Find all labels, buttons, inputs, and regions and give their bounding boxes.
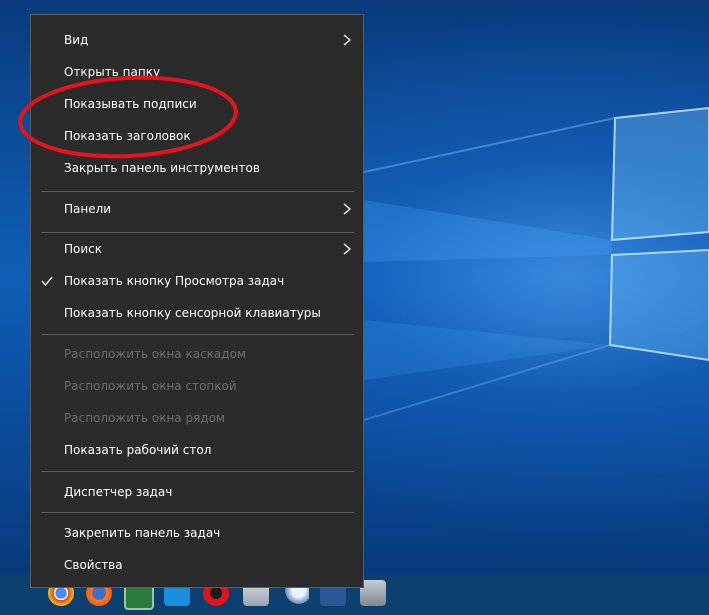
menu-separator [41,334,354,335]
menu-item-label: Панели [64,202,112,216]
taskbar-context-menu: Вид Открыть папку Показывать подписи Пок… [30,14,364,588]
menu-item-label: Показать рабочий стол [64,443,212,457]
menu-item-label: Вид [64,33,89,47]
checkmark-icon [41,276,53,287]
menu-item-lock-taskbar[interactable]: Закрепить панель задач [31,517,363,549]
menu-item-label: Расположить окна стопкой [64,379,237,393]
menu-item-search[interactable]: Поиск [31,233,363,265]
menu-separator [41,191,354,192]
menu-item-stack-windows: Расположить окна стопкой [31,370,363,402]
menu-item-label: Диспетчер задач [64,485,173,499]
menu-item-task-view-button[interactable]: Показать кнопку Просмотра задач [31,265,363,297]
menu-item-task-manager[interactable]: Диспетчер задач [31,476,363,508]
menu-item-label: Закрыть панель инструментов [64,161,260,175]
menu-item-show-desktop[interactable]: Показать рабочий стол [31,434,363,466]
menu-item-label: Поиск [64,242,103,256]
menu-separator [41,471,354,472]
menu-item-label: Расположить окна каскадом [64,347,246,361]
menu-item-properties[interactable]: Свойства [31,549,363,581]
menu-item-label: Показать заголовок [64,129,191,143]
menu-item-cascade-windows: Расположить окна каскадом [31,338,363,370]
menu-separator [41,512,354,513]
menu-item-label: Свойства [64,558,123,572]
menu-item-toolbars[interactable]: Панели [31,193,363,225]
menu-item-view[interactable]: Вид [31,24,363,56]
menu-item-side-by-side-windows: Расположить окна рядом [31,402,363,434]
menu-item-label: Показывать подписи [64,97,197,111]
menu-item-close-toolbar[interactable]: Закрыть панель инструментов [31,152,363,184]
menu-item-label: Закрепить панель задач [64,526,221,540]
menu-item-label: Открыть папку [64,65,161,79]
menu-item-show-title[interactable]: Показать заголовок [31,120,363,152]
menu-item-open-folder[interactable]: Открыть папку [31,56,363,88]
menu-item-label: Расположить окна рядом [64,411,226,425]
menu-item-show-labels[interactable]: Показывать подписи [31,88,363,120]
menu-item-touch-keyboard-button[interactable]: Показать кнопку сенсорной клавиатуры [31,297,363,329]
chevron-right-icon [343,203,352,215]
menu-item-label: Показать кнопку сенсорной клавиатуры [64,306,321,320]
menu-item-label: Показать кнопку Просмотра задач [64,274,285,288]
chevron-right-icon [343,243,352,255]
chevron-right-icon [343,34,352,46]
